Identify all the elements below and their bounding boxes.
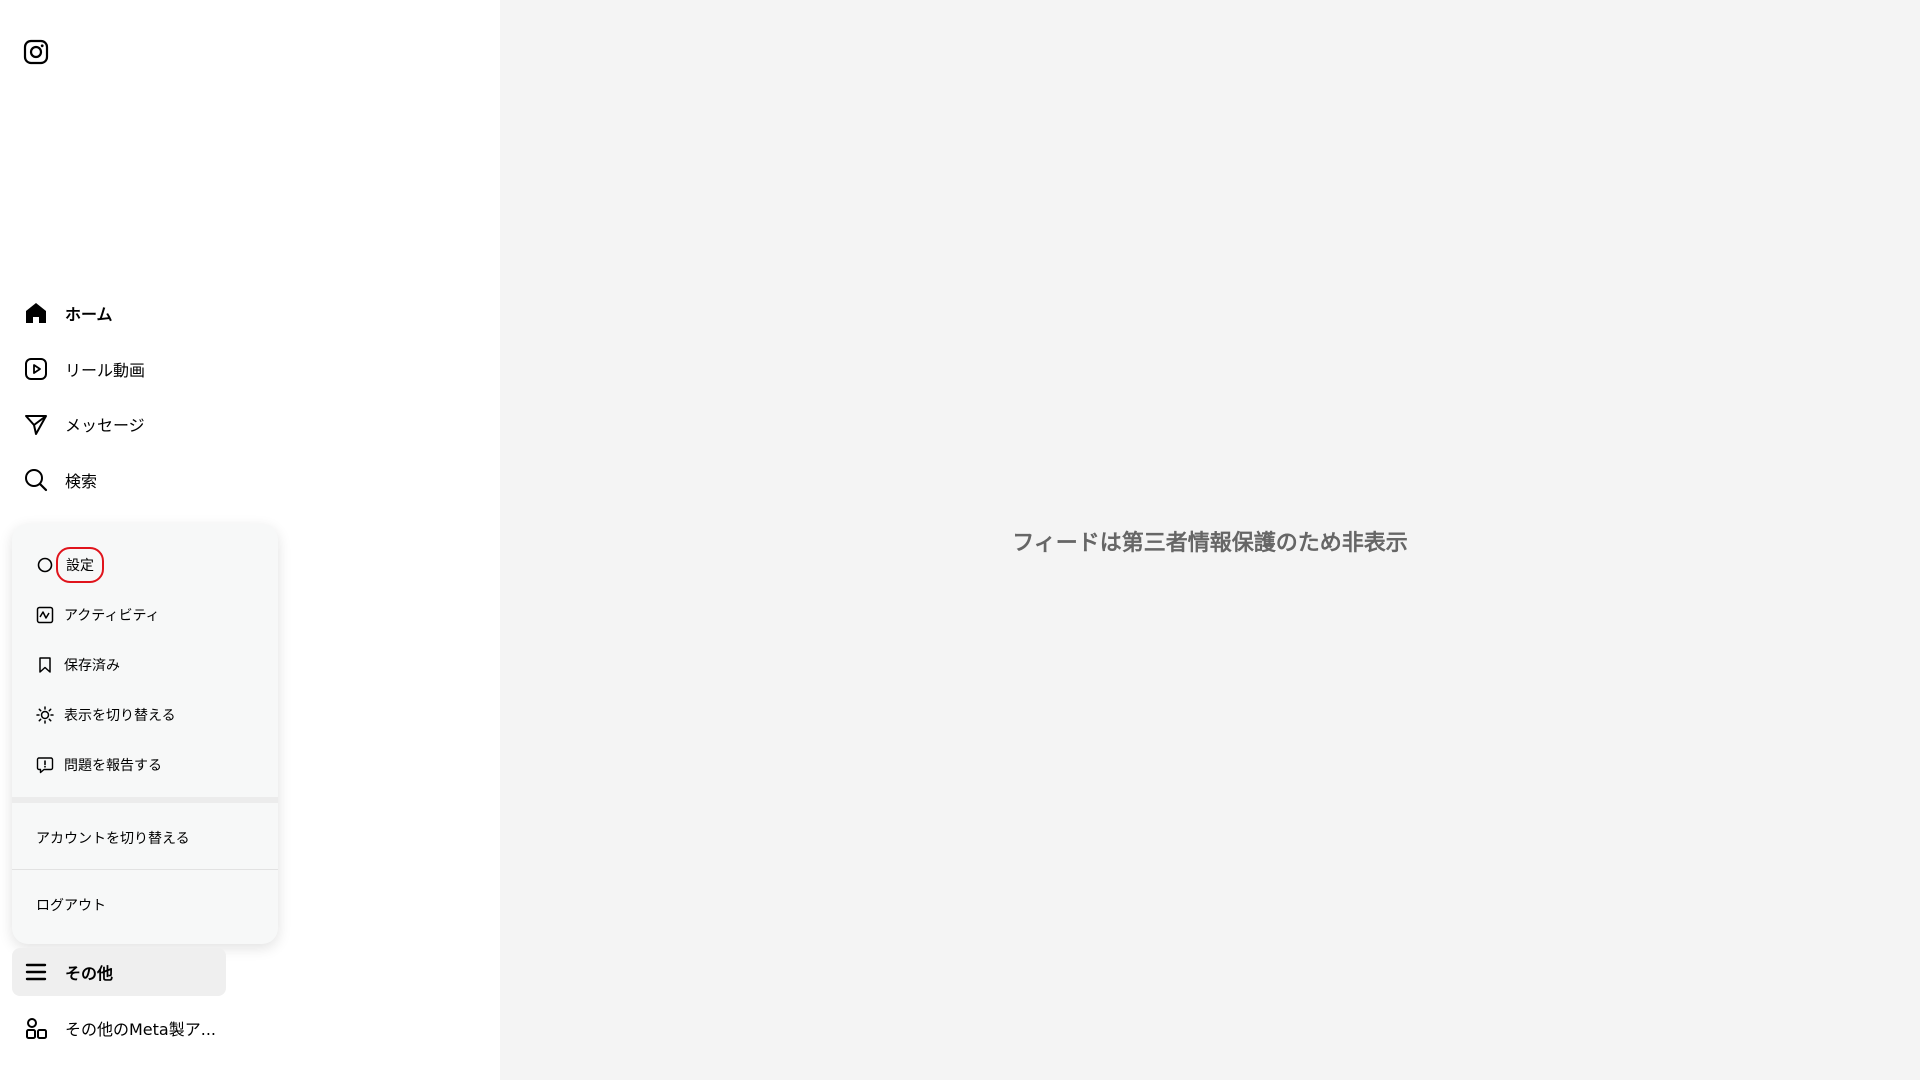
nav-more[interactable]: その他 xyxy=(12,948,226,996)
feed-hidden-notice: フィードは第三者情報保護のため非表示 xyxy=(1012,531,1408,556)
menu-icon xyxy=(23,959,49,985)
menu-item-activity[interactable]: アクティビティ xyxy=(12,590,278,640)
menu-item-settings-label: 設定 xyxy=(56,547,104,583)
instagram-logo-icon[interactable] xyxy=(23,39,49,65)
sidebar: ホーム リール動画 メッセージ 検索 設定 アクティビティ 保存済み 表示を切り… xyxy=(0,0,500,1080)
home-icon xyxy=(23,300,49,326)
search-icon xyxy=(23,467,49,493)
menu-item-saved[interactable]: 保存済み xyxy=(12,640,278,690)
nav-reels[interactable]: リール動画 xyxy=(12,345,226,393)
nav-home-label: ホーム xyxy=(65,305,113,324)
sun-icon xyxy=(35,705,55,725)
nav-search[interactable]: 検索 xyxy=(12,456,226,504)
report-icon xyxy=(35,755,55,775)
menu-item-saved-label: 保存済み xyxy=(64,658,120,674)
menu-item-switch-account-label: アカウントを切り替える xyxy=(36,831,190,847)
messages-icon xyxy=(23,411,49,437)
apps-icon xyxy=(23,1015,49,1041)
settings-icon xyxy=(35,555,55,575)
menu-item-switch-appearance-label: 表示を切り替える xyxy=(64,708,176,724)
nav-home[interactable]: ホーム xyxy=(12,289,226,337)
more-menu-popup: 設定 アクティビティ 保存済み 表示を切り替える 問題を報告する アカウントを切… xyxy=(12,524,278,944)
nav-search-label: 検索 xyxy=(65,472,98,491)
nav-meta-apps-label: その他のMeta製ア... xyxy=(65,1020,216,1039)
menu-item-settings[interactable]: 設定 xyxy=(12,540,278,590)
menu-item-switch-appearance[interactable]: 表示を切り替える xyxy=(12,690,278,740)
menu-item-logout-label: ログアウト xyxy=(36,898,106,914)
menu-item-activity-label: アクティビティ xyxy=(64,608,160,624)
menu-item-report-problem[interactable]: 問題を報告する xyxy=(12,740,278,790)
bookmark-icon xyxy=(35,655,55,675)
main-feed-area: フィードは第三者情報保護のため非表示 xyxy=(500,0,1920,1080)
nav-more-label: その他 xyxy=(65,964,114,983)
menu-item-switch-account[interactable]: アカウントを切り替える xyxy=(12,811,278,865)
menu-item-logout[interactable]: ログアウト xyxy=(12,878,278,932)
activity-icon xyxy=(35,605,55,625)
menu-divider xyxy=(12,797,278,803)
menu-divider xyxy=(12,869,278,870)
nav-reels-label: リール動画 xyxy=(65,361,146,380)
menu-item-report-problem-label: 問題を報告する xyxy=(64,758,162,774)
nav-messages[interactable]: メッセージ xyxy=(12,400,226,448)
nav-meta-apps[interactable]: その他のMeta製ア... xyxy=(12,1004,226,1052)
reels-icon xyxy=(23,356,49,382)
nav-messages-label: メッセージ xyxy=(65,416,145,435)
